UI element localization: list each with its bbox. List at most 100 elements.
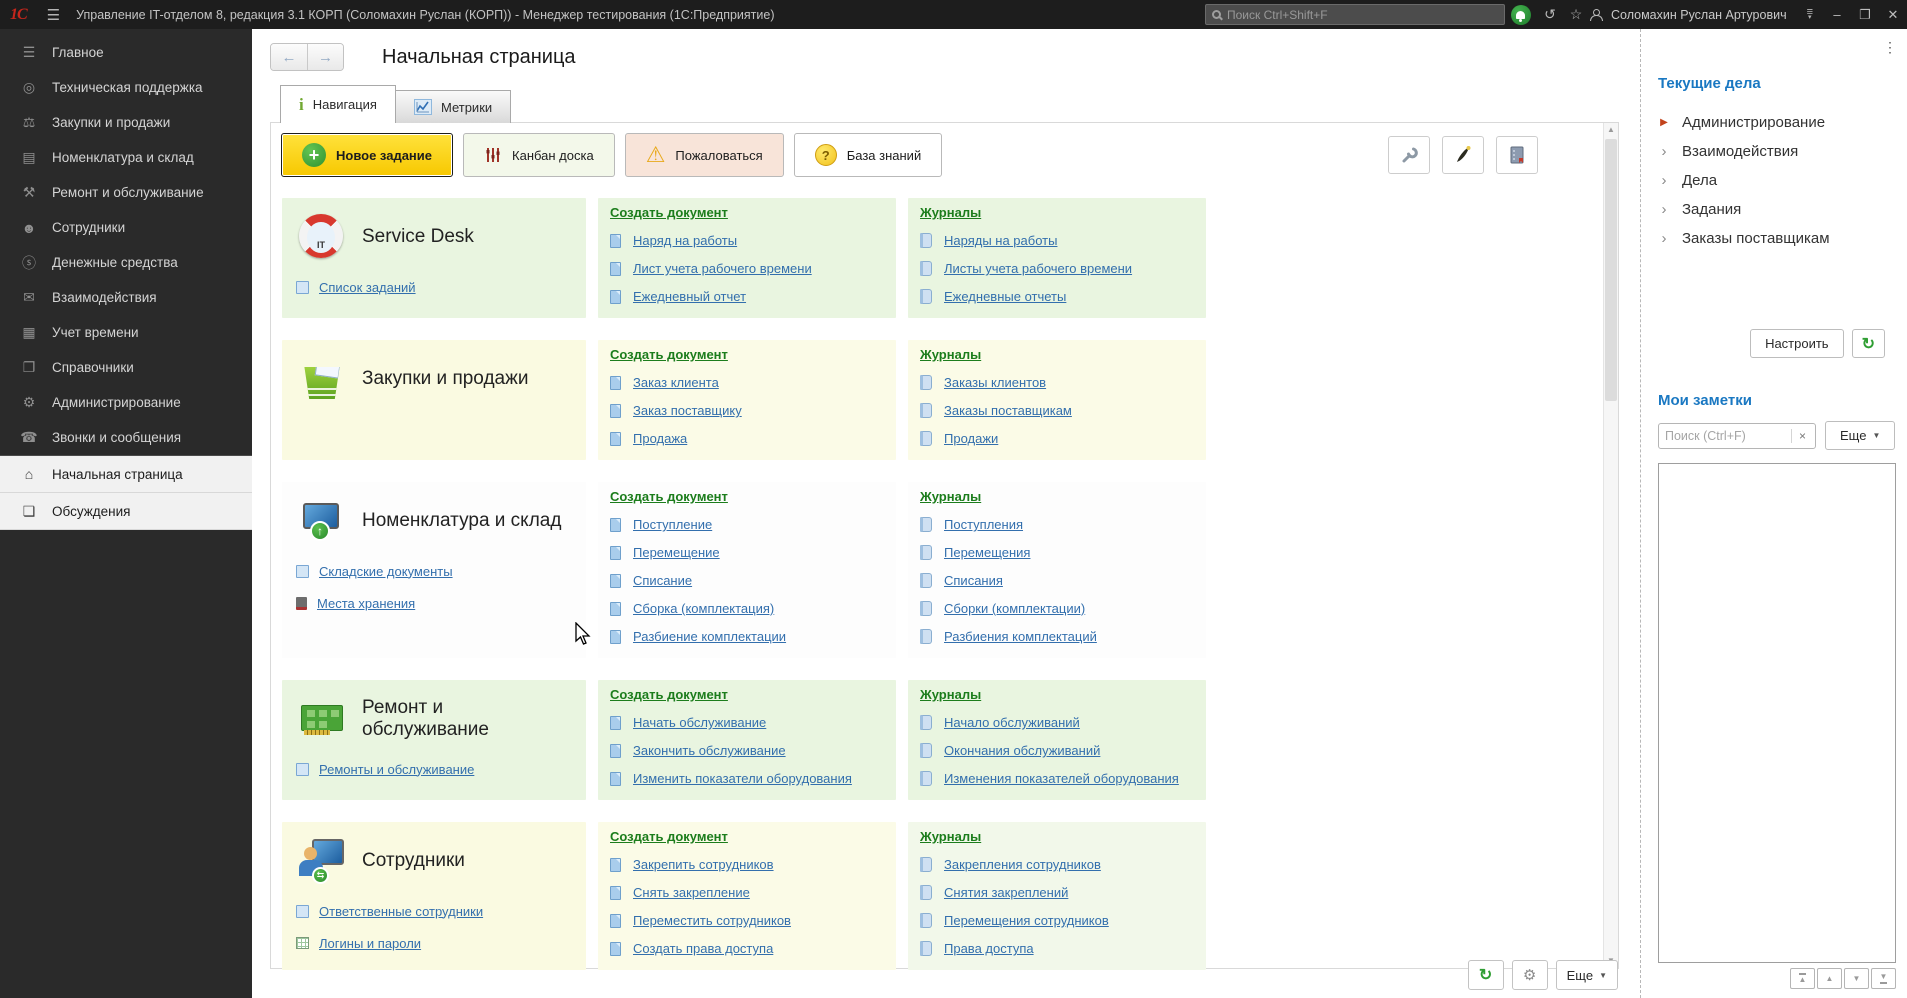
journals-header[interactable]: Журналы xyxy=(920,687,981,702)
global-search[interactable] xyxy=(1204,4,1505,25)
close-button[interactable]: ✕ xyxy=(1879,7,1907,23)
collapsed-chevron-icon[interactable]: › xyxy=(1658,201,1670,218)
complain-button[interactable]: ⚠ Пожаловаться xyxy=(624,133,784,177)
journal-link[interactable]: Закрепления сотрудников xyxy=(944,857,1101,872)
user-icon[interactable] xyxy=(1589,8,1603,21)
create-document-header[interactable]: Создать документ xyxy=(610,489,728,504)
scroll-thumb[interactable] xyxy=(1605,139,1617,401)
create-document-header[interactable]: Создать документ xyxy=(610,347,728,362)
more-button[interactable]: Еще ▼ xyxy=(1555,960,1618,990)
create-document-link[interactable]: Снять закрепление xyxy=(633,885,750,900)
create-document-header[interactable]: Создать документ xyxy=(610,829,728,844)
journal-link[interactable]: Права доступа xyxy=(944,941,1034,956)
journals-header[interactable]: Журналы xyxy=(920,347,981,362)
todo-item[interactable]: › Задания xyxy=(1658,195,1907,224)
notes-more-button[interactable]: Еще ▼ xyxy=(1825,421,1896,450)
create-document-link[interactable]: Перемещение xyxy=(633,545,720,560)
journal-link[interactable]: Заказы клиентов xyxy=(944,375,1046,390)
notification-bell-icon[interactable] xyxy=(1510,4,1531,25)
journal-link[interactable]: Начало обслуживаний xyxy=(944,715,1080,730)
vertical-scrollbar[interactable]: ▲ ▼ xyxy=(1603,123,1618,968)
configure-button[interactable]: Настроить xyxy=(1750,329,1844,358)
journal-link[interactable]: Листы учета рабочего времени xyxy=(944,261,1132,276)
kebab-menu-icon[interactable]: ⋮ xyxy=(1883,39,1897,56)
settings-gear-button[interactable]: ⚙ xyxy=(1511,960,1548,990)
scroll-up-icon[interactable]: ▲ xyxy=(1604,123,1618,137)
journal-link[interactable]: Сборки (комплектации) xyxy=(944,601,1085,616)
create-document-link[interactable]: Поступление xyxy=(633,517,712,532)
create-document-header[interactable]: Создать документ xyxy=(610,687,728,702)
quick-link[interactable]: Список заданий xyxy=(319,280,416,295)
sidebar-item-purchases-sales[interactable]: ⚖ Закупки и продажи xyxy=(0,105,252,140)
sidebar-item-tech-support[interactable]: ◎ Техническая поддержка xyxy=(0,70,252,105)
create-document-link[interactable]: Ежедневный отчет xyxy=(633,289,746,304)
sidebar-item-start-page[interactable]: ⌂ Начальная страница xyxy=(0,456,252,493)
minimize-button[interactable]: – xyxy=(1823,7,1851,22)
create-document-link[interactable]: Сборка (комплектация) xyxy=(633,601,774,616)
todo-item[interactable]: ▶ Администрирование xyxy=(1658,108,1907,137)
kanban-board-button[interactable]: Канбан доска xyxy=(463,133,615,177)
create-document-link[interactable]: Лист учета рабочего времени xyxy=(633,261,812,276)
sidebar-item-employees[interactable]: ☻ Сотрудники xyxy=(0,210,252,245)
sidebar-item-administration[interactable]: ⚙ Администрирование xyxy=(0,385,252,420)
todo-item[interactable]: › Заказы поставщикам xyxy=(1658,224,1907,253)
create-document-link[interactable]: Изменить показатели оборудования xyxy=(633,771,852,786)
quick-link[interactable]: Места хранения xyxy=(317,596,415,611)
sidebar-item-interactions[interactable]: ✉ Взаимодействия xyxy=(0,280,252,315)
notes-search-input[interactable] xyxy=(1659,428,1791,443)
clear-search-icon[interactable]: × xyxy=(1791,428,1813,443)
forward-button[interactable]: → xyxy=(307,44,343,70)
sidebar-item-calls-messages[interactable]: ☎ Звонки и сообщения xyxy=(0,420,252,455)
sidebar-item-time-tracking[interactable]: ▦ Учет времени xyxy=(0,315,252,350)
settings-wrench-button[interactable] xyxy=(1388,136,1430,174)
create-document-link[interactable]: Закончить обслуживание xyxy=(633,743,786,758)
notes-search[interactable]: × xyxy=(1658,422,1816,449)
collapsed-chevron-icon[interactable]: › xyxy=(1658,230,1670,247)
sidebar-item-repair-service[interactable]: ⚒ Ремонт и обслуживание xyxy=(0,175,252,210)
notes-list[interactable] xyxy=(1658,463,1896,963)
journal-link[interactable]: Разбиения комплектаций xyxy=(944,629,1097,644)
new-task-button[interactable]: + Новое задание xyxy=(281,133,454,177)
journal-link[interactable]: Окончания обслуживаний xyxy=(944,743,1100,758)
refresh-button[interactable]: ↻ xyxy=(1467,960,1504,990)
create-document-header[interactable]: Создать документ xyxy=(610,205,728,220)
move-to-top-button[interactable]: ▲ xyxy=(1790,968,1815,989)
sidebar-item-main[interactable]: ☰ Главное xyxy=(0,35,252,70)
history-icon[interactable]: ↺ xyxy=(1537,6,1563,23)
tab-метрики[interactable]: Метрики xyxy=(395,90,512,123)
create-document-link[interactable]: Заказ клиента xyxy=(633,375,719,390)
quick-link[interactable]: Ответственные сотрудники xyxy=(319,904,483,919)
knowledge-book-button[interactable] xyxy=(1496,136,1538,174)
sidebar-item-money[interactable]: ⓢ Денежные средства xyxy=(0,245,252,280)
create-document-link[interactable]: Переместить сотрудников xyxy=(633,913,791,928)
journal-link[interactable]: Ежедневные отчеты xyxy=(944,289,1066,304)
favorites-star-icon[interactable]: ☆ xyxy=(1563,6,1589,23)
journals-header[interactable]: Журналы xyxy=(920,829,981,844)
create-document-link[interactable]: Списание xyxy=(633,573,692,588)
create-document-link[interactable]: Закрепить сотрудников xyxy=(633,857,774,872)
quick-link[interactable]: Ремонты и обслуживание xyxy=(319,762,474,777)
create-document-link[interactable]: Продажа xyxy=(633,431,687,446)
user-name[interactable]: Соломахин Руслан Артурович xyxy=(1611,8,1787,22)
create-document-link[interactable]: Заказ поставщику xyxy=(633,403,742,418)
journal-link[interactable]: Перемещения сотрудников xyxy=(944,913,1109,928)
move-to-bottom-button[interactable]: ▼ xyxy=(1871,968,1896,989)
todo-refresh-button[interactable]: ↻ xyxy=(1851,329,1885,358)
quick-link[interactable]: Логины и пароли xyxy=(319,936,421,951)
journal-link[interactable]: Наряды на работы xyxy=(944,233,1057,248)
journal-link[interactable]: Продажи xyxy=(944,431,998,446)
create-document-link[interactable]: Разбиение комплектации xyxy=(633,629,786,644)
sidebar-item-nomenclature-warehouse[interactable]: ▤ Номенклатура и склад xyxy=(0,140,252,175)
journals-header[interactable]: Журналы xyxy=(920,489,981,504)
sidebar-item-references[interactable]: ❐ Справочники xyxy=(0,350,252,385)
design-brush-button[interactable] xyxy=(1442,136,1484,174)
journal-link[interactable]: Списания xyxy=(944,573,1003,588)
main-menu-hamburger-icon[interactable]: ☰ xyxy=(47,6,60,24)
create-document-link[interactable]: Начать обслуживание xyxy=(633,715,766,730)
collapsed-chevron-icon[interactable]: › xyxy=(1658,172,1670,189)
knowledge-base-button[interactable]: ? База знаний xyxy=(793,133,943,177)
journal-link[interactable]: Снятия закреплений xyxy=(944,885,1068,900)
back-button[interactable]: ← xyxy=(271,44,307,70)
create-document-link[interactable]: Создать права доступа xyxy=(633,941,773,956)
todo-item[interactable]: › Взаимодействия xyxy=(1658,137,1907,166)
